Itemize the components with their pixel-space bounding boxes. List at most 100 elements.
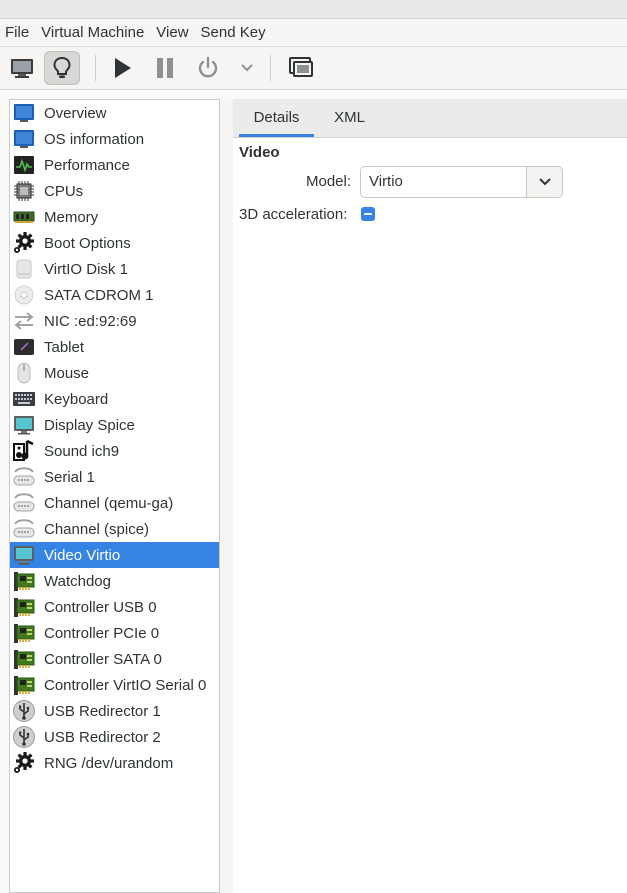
sidebar-item-label: Memory [44, 208, 99, 226]
sidebar-item[interactable]: Display Spice [10, 412, 219, 438]
sidebar-item-label: Controller PCIe 0 [44, 624, 160, 642]
sidebar-item[interactable]: Serial 1 [10, 464, 219, 490]
menu-virtual-machine[interactable]: Virtual Machine [36, 19, 149, 46]
sidebar-item-label: Watchdog [44, 572, 111, 590]
controller-card-icon [12, 621, 36, 645]
gear-icon [12, 751, 36, 775]
monitor-icon [11, 59, 33, 78]
sidebar-item-label: Controller VirtIO Serial 0 [44, 676, 207, 694]
sidebar-item-label: Sound ich9 [44, 442, 120, 460]
sidebar-item[interactable]: VirtIO Disk 1 [10, 256, 219, 282]
sidebar-item-label: Display Spice [44, 416, 135, 434]
model-dropdown-button[interactable] [526, 167, 562, 197]
sidebar-item[interactable]: NIC :ed:92:69 [10, 308, 219, 334]
sidebar-item[interactable]: Tablet [10, 334, 219, 360]
sidebar-item[interactable]: Controller PCIe 0 [10, 620, 219, 646]
sidebar-item-label: Serial 1 [44, 468, 95, 486]
toolbar-separator [270, 55, 271, 81]
channel-icon [12, 517, 36, 541]
sidebar-item[interactable]: SATA CDROM 1 [10, 282, 219, 308]
shutdown-button[interactable] [190, 51, 226, 85]
usb-icon [12, 699, 36, 723]
overview-icon [12, 101, 36, 125]
power-icon [198, 56, 218, 78]
sidebar-item[interactable]: Boot Options [10, 230, 219, 256]
memory-icon [12, 205, 36, 229]
run-button[interactable] [104, 51, 140, 85]
sidebar-item[interactable]: Mouse [10, 360, 219, 386]
sidebar-item[interactable]: RNG /dev/urandom [10, 750, 219, 776]
details-view-button[interactable] [44, 51, 80, 85]
model-label: Model: [306, 173, 352, 190]
sidebar-item-label: SATA CDROM 1 [44, 286, 154, 304]
section-title: Video [239, 144, 280, 161]
cpu-icon [12, 179, 36, 203]
sidebar-item-label: VirtIO Disk 1 [44, 260, 128, 278]
sidebar-item-label: CPUs [44, 182, 84, 200]
mouse-icon [12, 361, 36, 385]
sidebar-item[interactable]: Controller VirtIO Serial 0 [10, 672, 219, 698]
sidebar-item-label: Channel (spice) [44, 520, 150, 538]
sidebar-item[interactable]: Watchdog [10, 568, 219, 594]
serial-icon [12, 465, 36, 489]
controller-card-icon [12, 647, 36, 671]
sidebar-item[interactable]: Controller USB 0 [10, 594, 219, 620]
controller-card-icon [12, 595, 36, 619]
sidebar-item[interactable]: USB Redirector 1 [10, 698, 219, 724]
model-combobox[interactable]: Virtio [360, 166, 563, 198]
menu-file[interactable]: File [0, 19, 34, 46]
controller-card-icon [12, 673, 36, 697]
sidebar-item-label: RNG /dev/urandom [44, 754, 174, 772]
sidebar-item[interactable]: USB Redirector 2 [10, 724, 219, 750]
sidebar-item[interactable]: Keyboard [10, 386, 219, 412]
shutdown-menu-button[interactable] [229, 51, 265, 85]
pane-separator[interactable] [220, 99, 233, 893]
tab-details[interactable]: Details [239, 99, 314, 137]
sidebar-item[interactable]: Performance [10, 152, 219, 178]
os-information-icon [12, 127, 36, 151]
sidebar-item-label: Video Virtio [44, 546, 121, 564]
pause-button[interactable] [147, 51, 183, 85]
title-bar [0, 0, 627, 19]
console-icon [289, 57, 313, 77]
console-view-button[interactable] [4, 51, 40, 85]
3d-acceleration-checkbox[interactable] [361, 207, 375, 221]
channel-icon [12, 491, 36, 515]
details-panel: Details XML Video Model: Virtio 3D accel… [233, 99, 627, 893]
chevron-down-icon [241, 64, 253, 72]
keyboard-icon [12, 387, 36, 411]
hardware-list: Overview OS information Performance CPUs Mem… [9, 99, 220, 893]
model-value: Virtio [369, 173, 403, 190]
indeterminate-mark [364, 213, 372, 215]
3d-acceleration-label: 3D acceleration: [239, 206, 348, 223]
sidebar-item[interactable]: Memory [10, 204, 219, 230]
menu-view[interactable]: View [151, 19, 193, 46]
gear-icon [12, 231, 36, 255]
sidebar-item[interactable]: OS information [10, 126, 219, 152]
sidebar-item-label: Channel (qemu-ga) [44, 494, 174, 512]
menu-send-key[interactable]: Send Key [196, 19, 271, 46]
toolbar [0, 47, 627, 90]
display-icon [12, 413, 36, 437]
play-icon [115, 58, 131, 78]
sidebar-item[interactable]: Sound ich9 [10, 438, 219, 464]
network-arrows-icon [12, 309, 36, 333]
sidebar-item[interactable]: CPUs [10, 178, 219, 204]
fullscreen-console-button[interactable] [283, 51, 319, 85]
sidebar-item[interactable]: Channel (qemu-ga) [10, 490, 219, 516]
sidebar-item-label: Mouse [44, 364, 90, 382]
sidebar-item[interactable]: Video Virtio [10, 542, 219, 568]
sidebar-item[interactable]: Controller SATA 0 [10, 646, 219, 672]
sidebar-item[interactable]: Channel (spice) [10, 516, 219, 542]
pause-icon [157, 58, 173, 78]
sidebar-item-label: Overview [44, 104, 107, 122]
sidebar-item-label: Controller USB 0 [44, 598, 157, 616]
sidebar-item[interactable]: Overview [10, 100, 219, 126]
tab-bar: Details XML [233, 99, 627, 138]
lightbulb-icon [53, 56, 71, 78]
performance-icon [12, 153, 36, 177]
sidebar-item-label: USB Redirector 1 [44, 702, 161, 720]
sidebar-item-label: Boot Options [44, 234, 131, 252]
tab-xml[interactable]: XML [321, 99, 378, 137]
tablet-icon [12, 335, 36, 359]
